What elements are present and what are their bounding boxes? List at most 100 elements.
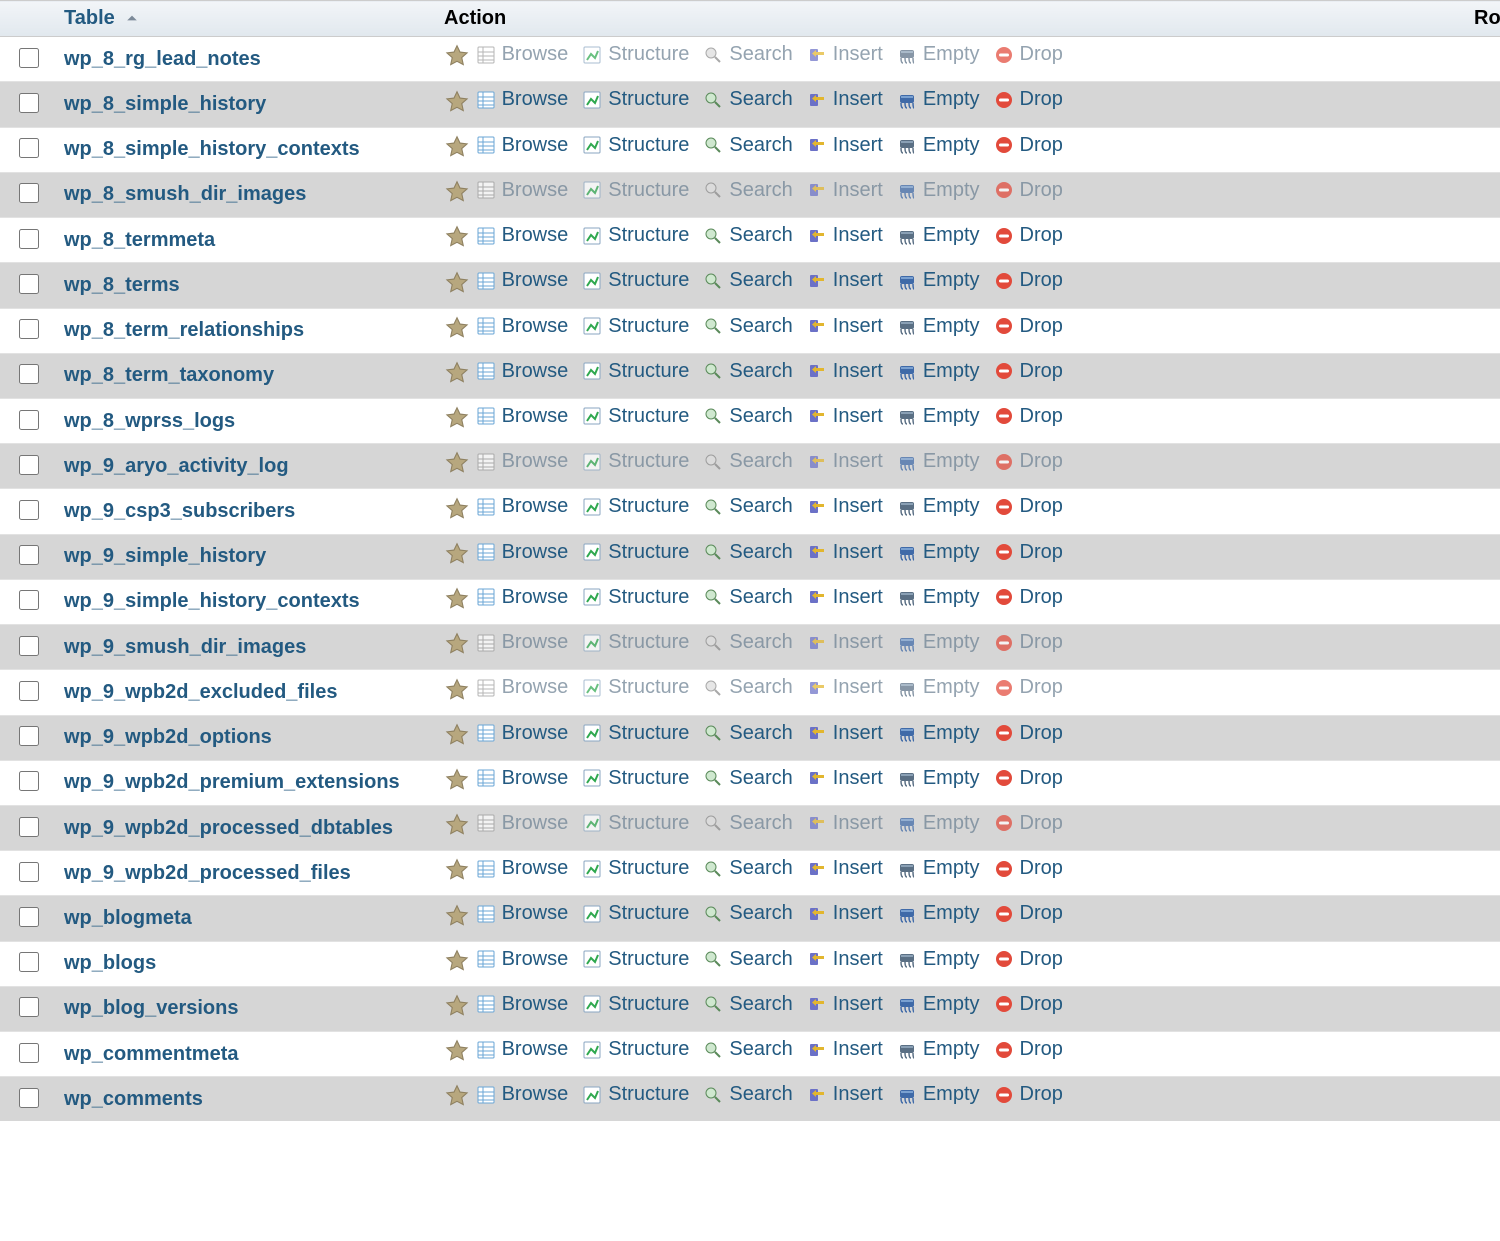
search-action[interactable]: Search bbox=[703, 88, 792, 111]
insert-action[interactable]: Insert bbox=[807, 88, 883, 111]
insert-action[interactable]: Insert bbox=[807, 269, 883, 292]
row-checkbox[interactable] bbox=[19, 274, 39, 294]
search-action[interactable]: Search bbox=[703, 993, 792, 1016]
row-checkbox[interactable] bbox=[19, 229, 39, 249]
insert-action[interactable]: Insert bbox=[807, 43, 883, 66]
empty-action[interactable]: Empty bbox=[897, 224, 980, 247]
browse-action[interactable]: Browse bbox=[476, 722, 569, 745]
favorite-star-icon[interactable] bbox=[444, 722, 470, 754]
browse-action[interactable]: Browse bbox=[476, 405, 569, 428]
search-action[interactable]: Search bbox=[703, 902, 792, 925]
browse-action[interactable]: Browse bbox=[476, 269, 569, 292]
drop-action[interactable]: Drop bbox=[994, 88, 1063, 111]
table-name-link[interactable]: wp_9_simple_history bbox=[64, 545, 266, 567]
row-checkbox[interactable] bbox=[19, 997, 39, 1017]
favorite-star-icon[interactable] bbox=[444, 496, 470, 528]
row-checkbox[interactable] bbox=[19, 636, 39, 656]
empty-action[interactable]: Empty bbox=[897, 722, 980, 745]
drop-action[interactable]: Drop bbox=[994, 224, 1063, 247]
favorite-star-icon[interactable] bbox=[444, 993, 470, 1025]
search-action[interactable]: Search bbox=[703, 631, 792, 654]
empty-action[interactable]: Empty bbox=[897, 43, 980, 66]
row-checkbox[interactable] bbox=[19, 1088, 39, 1108]
table-name-link[interactable]: wp_9_wpb2d_premium_extensions bbox=[64, 771, 400, 793]
structure-action[interactable]: Structure bbox=[582, 722, 689, 745]
search-action[interactable]: Search bbox=[703, 1038, 792, 1061]
drop-action[interactable]: Drop bbox=[994, 179, 1063, 202]
favorite-star-icon[interactable] bbox=[444, 586, 470, 618]
browse-action[interactable]: Browse bbox=[476, 676, 569, 699]
favorite-star-icon[interactable] bbox=[444, 1083, 470, 1115]
structure-action[interactable]: Structure bbox=[582, 134, 689, 157]
insert-action[interactable]: Insert bbox=[807, 767, 883, 790]
browse-action[interactable]: Browse bbox=[476, 88, 569, 111]
drop-action[interactable]: Drop bbox=[994, 812, 1063, 835]
empty-action[interactable]: Empty bbox=[897, 1038, 980, 1061]
browse-action[interactable]: Browse bbox=[476, 1083, 569, 1106]
structure-action[interactable]: Structure bbox=[582, 405, 689, 428]
drop-action[interactable]: Drop bbox=[994, 676, 1063, 699]
drop-action[interactable]: Drop bbox=[994, 902, 1063, 925]
structure-action[interactable]: Structure bbox=[582, 902, 689, 925]
favorite-star-icon[interactable] bbox=[444, 360, 470, 392]
search-action[interactable]: Search bbox=[703, 495, 792, 518]
structure-action[interactable]: Structure bbox=[582, 1038, 689, 1061]
table-name-link[interactable]: wp_9_wpb2d_options bbox=[64, 726, 272, 748]
table-name-link[interactable]: wp_9_wpb2d_excluded_files bbox=[64, 681, 337, 703]
structure-action[interactable]: Structure bbox=[582, 315, 689, 338]
row-checkbox[interactable] bbox=[19, 726, 39, 746]
browse-action[interactable]: Browse bbox=[476, 812, 569, 835]
empty-action[interactable]: Empty bbox=[897, 450, 980, 473]
drop-action[interactable]: Drop bbox=[994, 857, 1063, 880]
table-name-link[interactable]: wp_9_wpb2d_processed_dbtables bbox=[64, 817, 393, 839]
insert-action[interactable]: Insert bbox=[807, 1083, 883, 1106]
empty-action[interactable]: Empty bbox=[897, 495, 980, 518]
search-action[interactable]: Search bbox=[703, 767, 792, 790]
insert-action[interactable]: Insert bbox=[807, 1038, 883, 1061]
search-action[interactable]: Search bbox=[703, 948, 792, 971]
table-name-link[interactable]: wp_blogmeta bbox=[64, 907, 192, 929]
insert-action[interactable]: Insert bbox=[807, 495, 883, 518]
structure-action[interactable]: Structure bbox=[582, 586, 689, 609]
row-checkbox[interactable] bbox=[19, 48, 39, 68]
structure-action[interactable]: Structure bbox=[582, 767, 689, 790]
search-action[interactable]: Search bbox=[703, 450, 792, 473]
insert-action[interactable]: Insert bbox=[807, 179, 883, 202]
structure-action[interactable]: Structure bbox=[582, 43, 689, 66]
structure-action[interactable]: Structure bbox=[582, 857, 689, 880]
favorite-star-icon[interactable] bbox=[444, 631, 470, 663]
insert-action[interactable]: Insert bbox=[807, 631, 883, 654]
insert-action[interactable]: Insert bbox=[807, 812, 883, 835]
table-name-link[interactable]: wp_9_aryo_activity_log bbox=[64, 455, 289, 477]
empty-action[interactable]: Empty bbox=[897, 902, 980, 925]
insert-action[interactable]: Insert bbox=[807, 676, 883, 699]
table-name-link[interactable]: wp_9_simple_history_contexts bbox=[64, 590, 360, 612]
insert-action[interactable]: Insert bbox=[807, 134, 883, 157]
browse-action[interactable]: Browse bbox=[476, 1038, 569, 1061]
table-name-link[interactable]: wp_8_term_relationships bbox=[64, 319, 304, 341]
browse-action[interactable]: Browse bbox=[476, 993, 569, 1016]
structure-action[interactable]: Structure bbox=[582, 676, 689, 699]
browse-action[interactable]: Browse bbox=[476, 631, 569, 654]
row-checkbox[interactable] bbox=[19, 500, 39, 520]
structure-action[interactable]: Structure bbox=[582, 541, 689, 564]
insert-action[interactable]: Insert bbox=[807, 360, 883, 383]
drop-action[interactable]: Drop bbox=[994, 767, 1063, 790]
row-checkbox[interactable] bbox=[19, 455, 39, 475]
search-action[interactable]: Search bbox=[703, 586, 792, 609]
search-action[interactable]: Search bbox=[703, 224, 792, 247]
row-checkbox[interactable] bbox=[19, 771, 39, 791]
browse-action[interactable]: Browse bbox=[476, 767, 569, 790]
browse-action[interactable]: Browse bbox=[476, 134, 569, 157]
insert-action[interactable]: Insert bbox=[807, 902, 883, 925]
drop-action[interactable]: Drop bbox=[994, 1038, 1063, 1061]
empty-action[interactable]: Empty bbox=[897, 88, 980, 111]
structure-action[interactable]: Structure bbox=[582, 360, 689, 383]
structure-action[interactable]: Structure bbox=[582, 812, 689, 835]
structure-action[interactable]: Structure bbox=[582, 993, 689, 1016]
insert-action[interactable]: Insert bbox=[807, 315, 883, 338]
drop-action[interactable]: Drop bbox=[994, 722, 1063, 745]
structure-action[interactable]: Structure bbox=[582, 269, 689, 292]
drop-action[interactable]: Drop bbox=[994, 315, 1063, 338]
favorite-star-icon[interactable] bbox=[444, 812, 470, 844]
